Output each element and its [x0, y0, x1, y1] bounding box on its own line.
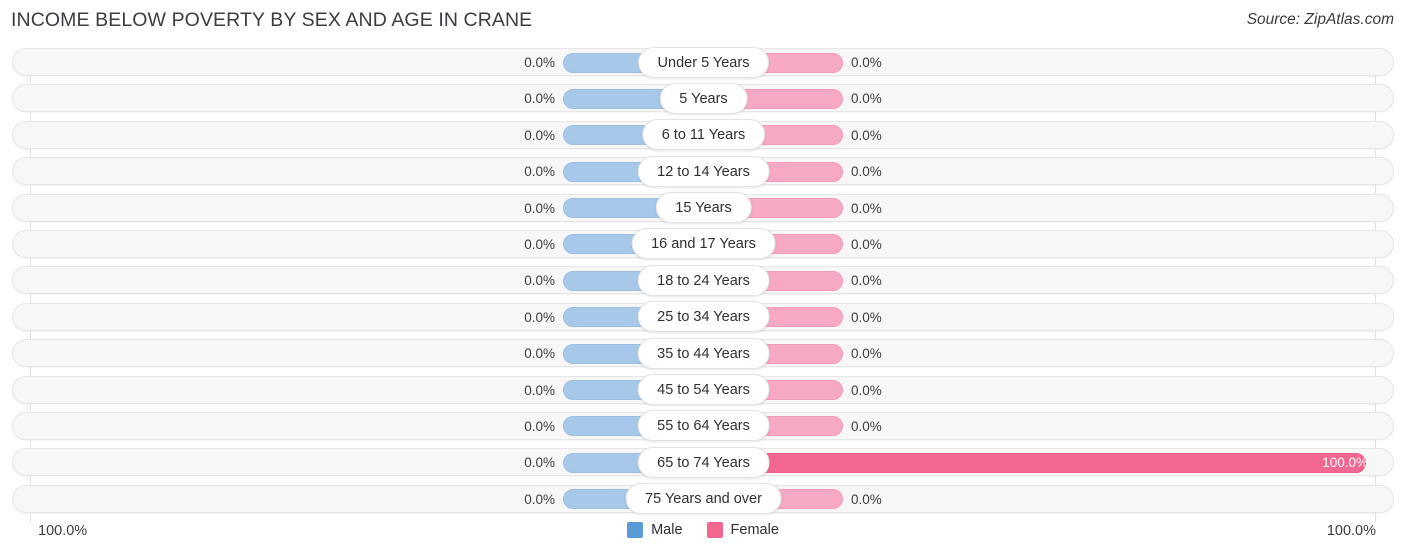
age-group-label: 12 to 14 Years	[637, 155, 770, 187]
age-group-label: 15 Years	[655, 192, 752, 224]
legend-item-female[interactable]: Female	[706, 522, 779, 538]
age-group-label: 75 Years and over	[625, 483, 782, 515]
female-value-label: 0.0%	[851, 418, 882, 434]
chart-row: 0.0% 0.0% 16 and 17 Years	[0, 226, 1406, 262]
legend-label-female: Female	[730, 522, 779, 538]
chart-plot-area: 0.0% 0.0% Under 5 Years 0.0% 0.0% 5 Years 0.0%…	[0, 44, 1406, 522]
age-group-label: 55 to 64 Years	[637, 410, 770, 442]
male-value-label: 0.0%	[524, 164, 555, 180]
legend-label-male: Male	[651, 522, 683, 538]
male-value-label: 0.0%	[524, 91, 555, 107]
chart-row: 0.0% 0.0% 15 Years	[0, 190, 1406, 226]
chart-row: 0.0% 0.0% 6 to 11 Years	[0, 117, 1406, 153]
chart-page: INCOME BELOW POVERTY BY SEX AND AGE IN C…	[0, 0, 1406, 558]
source-attribution: Source: ZipAtlas.com	[1246, 11, 1394, 28]
chart-row: 0.0% 0.0% 35 to 44 Years	[0, 335, 1406, 371]
female-bar[interactable]	[703, 452, 1366, 473]
male-value-label: 0.0%	[524, 127, 555, 143]
chart-row: 0.0% 0.0% 55 to 64 Years	[0, 408, 1406, 444]
age-group-label: 35 to 44 Years	[637, 337, 770, 369]
male-value-label: 0.0%	[524, 200, 555, 216]
male-value-label: 0.0%	[524, 273, 555, 289]
male-value-label: 0.0%	[524, 491, 555, 507]
legend-swatch-male-icon	[627, 522, 644, 538]
age-group-label: 18 to 24 Years	[637, 264, 770, 296]
age-group-label: 25 to 34 Years	[637, 301, 770, 333]
male-value-label: 0.0%	[524, 309, 555, 325]
female-value-label: 0.0%	[851, 491, 882, 507]
chart-footer: 100.0% 100.0% Male Female	[0, 518, 1406, 558]
chart-row: 0.0% 0.0% 75 Years and over	[0, 481, 1406, 517]
age-group-label: 65 to 74 Years	[637, 446, 770, 478]
chart-row: 0.0% 0.0% 12 to 14 Years	[0, 153, 1406, 189]
age-group-label: 16 and 17 Years	[631, 228, 776, 260]
age-group-label: 6 to 11 Years	[641, 119, 766, 151]
female-value-label: 0.0%	[851, 127, 882, 143]
male-value-label: 0.0%	[524, 418, 555, 434]
chart-row: 0.0% 0.0% Under 5 Years	[0, 44, 1406, 80]
chart-legend: Male Female	[0, 522, 1406, 538]
chart-row: 0.0% 0.0% 5 Years	[0, 80, 1406, 116]
male-value-label: 0.0%	[524, 55, 555, 70]
female-value-label: 0.0%	[851, 382, 882, 398]
male-value-label: 0.0%	[524, 382, 555, 398]
female-value-label: 0.0%	[851, 309, 882, 325]
chart-header: INCOME BELOW POVERTY BY SEX AND AGE IN C…	[0, 0, 1406, 40]
chart-rows: 0.0% 0.0% Under 5 Years 0.0% 0.0% 5 Years 0.0%…	[0, 44, 1406, 517]
female-value-label: 0.0%	[851, 55, 882, 70]
chart-row: 0.0% 100.0% 65 to 74 Years	[0, 444, 1406, 480]
female-value-label: 100.0%	[1322, 455, 1368, 471]
female-value-label: 0.0%	[851, 273, 882, 289]
female-value-label: 0.0%	[851, 346, 882, 362]
female-value-label: 0.0%	[851, 91, 882, 107]
female-value-label: 0.0%	[851, 200, 882, 216]
legend-swatch-female-icon	[706, 522, 723, 538]
female-value-label: 0.0%	[851, 164, 882, 180]
age-group-label: 45 to 54 Years	[637, 374, 770, 406]
legend-item-male[interactable]: Male	[627, 522, 683, 538]
chart-row: 0.0% 0.0% 25 to 34 Years	[0, 299, 1406, 335]
female-value-label: 0.0%	[851, 236, 882, 252]
chart-row: 0.0% 0.0% 18 to 24 Years	[0, 262, 1406, 298]
page-title: INCOME BELOW POVERTY BY SEX AND AGE IN C…	[11, 9, 533, 31]
male-value-label: 0.0%	[524, 236, 555, 252]
age-group-label: 5 Years	[659, 82, 748, 114]
male-value-label: 0.0%	[524, 346, 555, 362]
chart-row: 0.0% 0.0% 45 to 54 Years	[0, 372, 1406, 408]
male-value-label: 0.0%	[524, 455, 555, 471]
age-group-label: Under 5 Years	[637, 46, 770, 78]
